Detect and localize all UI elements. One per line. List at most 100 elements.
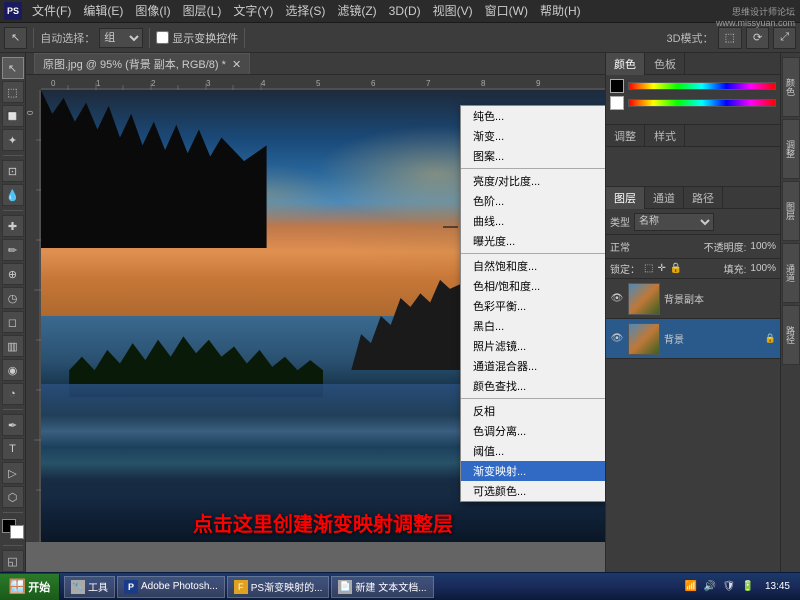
tab-styles[interactable]: 样式 [646,125,685,147]
lock-pos-btn[interactable]: ✛ [657,263,665,274]
taskbar: 🪟 开始 🔧 工具 P Adobe Photosh... F PS渐变映射的..… [0,572,800,600]
dropdown-item-curves[interactable]: 曲线... [461,211,605,231]
side-panel-paths[interactable]: 路径 [782,305,800,365]
layer-bg-lock: 🔒 [765,333,776,344]
tab-layers[interactable]: 图层 [606,187,645,209]
opacity-value: 100% [750,241,776,252]
menu-select[interactable]: 选择(S) [279,0,331,23]
toolbar-move-btn[interactable]: ↖ [4,27,27,49]
canvas-tab-file[interactable]: 原图.jpg @ 95% (背景 副本, RGB/8) * ✕ [34,53,250,74]
dropdown-item-colorbalance[interactable]: 色彩平衡... [461,296,605,316]
menu-image[interactable]: 图像(I) [129,0,176,23]
tool-move[interactable]: ↖ [2,57,24,79]
dropdown-item-vibrance[interactable]: 自然饱和度... [461,256,605,276]
3d-mode-btn3[interactable]: ⤢ [773,27,796,49]
color-spectrum2[interactable] [628,99,776,107]
tool-lasso[interactable]: 🔲 [2,105,24,127]
dropdown-item-bw[interactable]: 黑白... [461,316,605,336]
canvas-tab: 原图.jpg @ 95% (背景 副本, RGB/8) * ✕ [26,53,605,75]
layers-type-select[interactable]: 名称效果 [634,213,714,231]
dropdown-item-selectivecolor[interactable]: 可选颜色... [461,481,605,501]
tray-sound[interactable]: 🔊 [702,579,718,595]
tool-blur[interactable]: ◉ [2,359,24,381]
3d-mode-btn2[interactable]: ⟳ [746,27,769,49]
dropdown-item-invert[interactable]: 反相 [461,401,605,421]
tool-heal[interactable]: ✚ [2,215,24,237]
dropdown-item-gradientmap[interactable]: 渐变映射... [461,461,605,481]
menu-3d[interactable]: 3D(D) [383,0,427,23]
layer-eye-bg[interactable]: 👁 [610,332,624,346]
tool-history[interactable]: ◷ [2,287,24,309]
image-canvas[interactable]: 点击这里创建渐变映射调整层 纯色... 渐变... 图案... 亮度/对比度..… [41,90,605,542]
layer-eye-bg-copy[interactable]: 👁 [610,292,624,306]
tool-pen[interactable]: ✒ [2,414,24,436]
dropdown-item-solid[interactable]: 纯色... [461,106,605,126]
tool-eyedrop[interactable]: 💧 [2,184,24,206]
dropdown-item-threshold[interactable]: 阈值... [461,441,605,461]
tab-paths[interactable]: 路径 [684,187,723,209]
show-transform-checkbox[interactable] [156,31,169,44]
dropdown-item-hsl[interactable]: 色相/饱和度... [461,276,605,296]
dropdown-item-photofilter[interactable]: 照片滤镜... [461,336,605,356]
menu-text[interactable]: 文字(Y) [227,0,279,23]
svg-text:1: 1 [96,79,101,88]
menu-file[interactable]: 文件(F) [26,0,77,23]
layer-item-bg[interactable]: 👁 背景 🔒 [606,319,780,359]
tool-select[interactable]: ⬚ [2,81,24,103]
tray-network[interactable]: 📶 [683,579,699,595]
tool-shape[interactable]: ⬡ [2,486,24,508]
tool-colors[interactable] [2,519,24,539]
tab-channels[interactable]: 通道 [645,187,684,209]
start-button[interactable]: 🪟 开始 [0,574,60,600]
dropdown-item-brightness[interactable]: 亮度/对比度... [461,171,605,191]
tool-magic[interactable]: ✦ [2,129,24,151]
dropdown-item-gradient[interactable]: 渐变... [461,126,605,146]
tab-swatches[interactable]: 色板 [646,53,685,75]
dropdown-item-levels[interactable]: 色阶... [461,191,605,211]
color-spectrum[interactable] [628,82,776,90]
tool-text[interactable]: T [2,438,24,460]
tool-gradient[interactable]: ▥ [2,335,24,357]
bg-color-box[interactable] [610,96,624,110]
background-color[interactable] [10,525,24,539]
taskbar-item-ps-tutorial[interactable]: F PS渐变映射的... [227,576,330,598]
menu-help[interactable]: 帮助(H) [534,0,587,23]
menu-filter[interactable]: 滤镜(Z) [331,0,382,23]
blend-mode-label: 正常 [610,239,630,254]
side-panel-adj[interactable]: 调整 [782,119,800,179]
tray-security[interactable]: 🛡 [721,579,737,595]
tool-quickmask[interactable]: ◱ [2,550,24,572]
tool-crop[interactable]: ⊡ [2,160,24,182]
menu-layer[interactable]: 图层(L) [177,0,228,23]
tool-path[interactable]: ▷ [2,462,24,484]
tab-adjustments[interactable]: 调整 [606,125,645,147]
taskbar-item-photoshop[interactable]: P Adobe Photosh... [117,576,225,598]
fg-color-box[interactable] [610,79,624,93]
dropdown-item-pattern[interactable]: 图案... [461,146,605,166]
lock-all-btn[interactable]: 🔒 [670,263,682,274]
menu-view[interactable]: 视图(V) [427,0,479,23]
menu-edit[interactable]: 编辑(E) [77,0,129,23]
layer-item-bg-copy[interactable]: 👁 背景副本 [606,279,780,319]
auto-select-dropdown[interactable]: 组图层 [99,28,143,48]
tool-brush[interactable]: ✏ [2,239,24,261]
tool-eraser[interactable]: ◻ [2,311,24,333]
toolbar: ↖ 自动选择： 组图层 显示变换控件 3D模式： ⬚ ⟳ ⤢ [0,23,800,53]
side-panel-channels[interactable]: 通道 [782,243,800,303]
dropdown-item-exposure[interactable]: 曝光度... [461,231,605,251]
dropdown-item-colorlookup[interactable]: 颜色查找... [461,376,605,396]
tool-stamp[interactable]: ⊕ [2,263,24,285]
side-panel-layers[interactable]: 图层 [782,181,800,241]
tool-dodge[interactable]: ◔ [2,383,24,405]
tab-color[interactable]: 颜色 [606,53,645,75]
menu-window[interactable]: 窗口(W) [479,0,534,23]
side-panel-color[interactable]: 颜色 [782,57,800,117]
dropdown-item-posterize[interactable]: 色调分离... [461,421,605,441]
taskbar-item-textdoc[interactable]: 📄 新建 文本文档... [331,576,433,598]
lock-pixel-btn[interactable]: ⬚ [644,263,653,274]
3d-mode-btn1[interactable]: ⬚ [718,27,742,49]
tray-battery[interactable]: 🔋 [740,579,756,595]
dropdown-item-channelmixer[interactable]: 通道混合器... [461,356,605,376]
taskbar-item-tools[interactable]: 🔧 工具 [64,576,115,598]
toolbar-sep3 [244,28,245,48]
